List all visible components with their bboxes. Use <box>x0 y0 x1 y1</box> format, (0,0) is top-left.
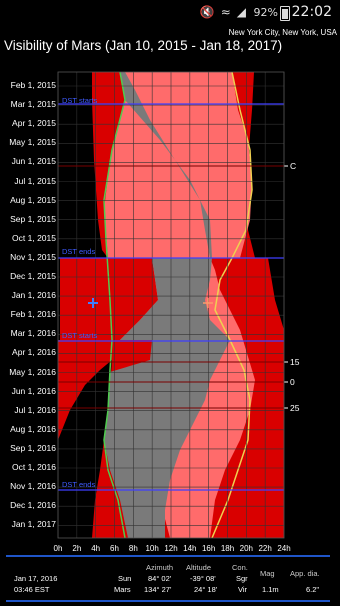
y-tick-label: Jul 1, 2016 <box>14 404 56 415</box>
y-tick-label: Mar 1, 2016 <box>10 328 56 339</box>
row-altitude: 24° 18' <box>194 585 218 594</box>
y-tick-label: Jan 1, 2016 <box>11 290 56 301</box>
row-con: Vir <box>238 585 248 594</box>
right-label: 25 <box>290 403 300 413</box>
y-tick-label: May 1, 2015 <box>9 137 56 148</box>
row-azimuth: 84° 02' <box>148 574 172 583</box>
y-tick-label: Feb 1, 2016 <box>10 309 56 320</box>
x-tick-label: 6h <box>110 544 119 553</box>
y-tick-label: Oct 1, 2016 <box>12 462 56 472</box>
y-tick-label: Aug 1, 2015 <box>10 194 56 205</box>
dst-label: DST starts <box>62 96 98 105</box>
header-mag: Mag <box>260 569 275 578</box>
y-tick-label: Aug 1, 2016 <box>10 423 56 434</box>
y-tick-label: Mar 1, 2015 <box>10 99 56 110</box>
info-date: Jan 17, 2016 <box>14 574 58 583</box>
header-azimuth: Azimuth <box>146 563 174 572</box>
x-tick-label: 14h <box>183 544 197 553</box>
x-tick-label: 12h <box>164 544 178 553</box>
y-tick-label: Sep 1, 2016 <box>10 442 56 453</box>
x-tick-label: 8h <box>128 544 138 553</box>
info-divider-bottom <box>6 600 330 602</box>
right-label: 0 <box>290 377 295 387</box>
right-label: C <box>290 161 297 171</box>
y-tick-label: Nov 1, 2015 <box>10 251 56 262</box>
row-body: Mars <box>114 585 131 594</box>
row-dia: 6.2" <box>306 585 320 594</box>
x-tick-label: 4h <box>91 544 101 553</box>
y-tick-label: Dec 1, 2016 <box>10 500 56 511</box>
dst-label: DST ends <box>62 480 96 489</box>
row-mag: 1.1m <box>262 585 279 594</box>
y-tick-label: Apr 1, 2015 <box>12 118 56 129</box>
header-altitude: Altitude <box>186 563 212 572</box>
x-tick-label: 0h <box>53 544 63 553</box>
x-tick-label: 10h <box>145 544 159 553</box>
y-tick-label: Feb 1, 2015 <box>10 80 56 90</box>
header-dia: App. dia. <box>290 569 320 578</box>
x-tick-label: 24h <box>277 544 291 553</box>
x-tick-label: 20h <box>239 544 254 553</box>
row-altitude: -39° 08' <box>190 574 216 583</box>
row-body: Sun <box>118 574 132 583</box>
y-tick-label: Jul 1, 2015 <box>14 175 56 186</box>
y-tick-label: Jan 1, 2017 <box>11 519 56 530</box>
x-tick-label: 18h <box>220 544 235 553</box>
y-tick-label: Jun 1, 2015 <box>11 156 56 167</box>
y-tick-label: Oct 1, 2015 <box>12 232 56 243</box>
y-tick-label: May 1, 2016 <box>9 366 56 377</box>
y-tick-label: Apr 1, 2016 <box>12 347 56 358</box>
row-azimuth: 134° 27' <box>144 585 172 594</box>
y-tick-label: Sep 1, 2015 <box>10 213 56 224</box>
dst-label: DST ends <box>62 247 96 256</box>
y-tick-label: Dec 1, 2015 <box>10 271 56 281</box>
row-con: Sgr <box>236 574 248 583</box>
x-tick-label: 2h <box>72 544 82 553</box>
dst-label: DST starts <box>62 331 98 340</box>
right-label: 15 <box>290 357 300 367</box>
y-tick-label: Nov 1, 2016 <box>10 481 56 492</box>
header-con: Con. <box>232 563 248 572</box>
x-tick-label: 16h <box>201 544 216 553</box>
info-time: 03:46 EST <box>14 585 50 594</box>
x-tick-label: 22h <box>258 544 272 553</box>
visibility-chart[interactable] <box>0 0 340 606</box>
y-tick-label: Jun 1, 2016 <box>11 385 56 396</box>
info-divider-top <box>6 555 330 557</box>
